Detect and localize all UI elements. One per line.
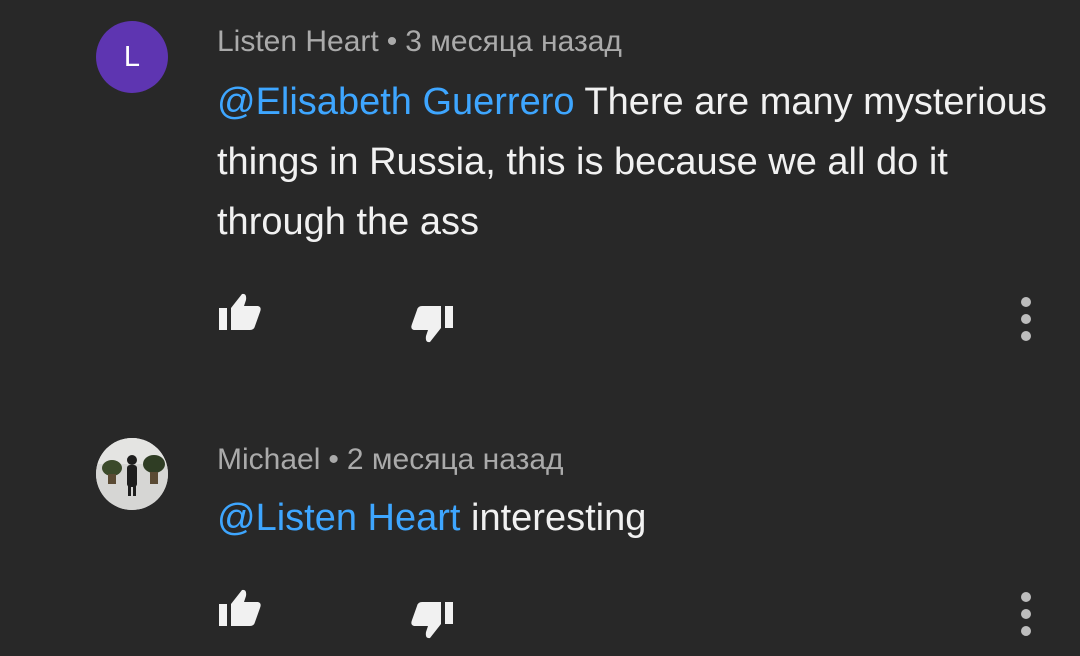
- mention-link[interactable]: @Elisabeth Guerrero: [217, 81, 575, 123]
- thumbs-up-icon: [219, 293, 261, 330]
- comment-text: @Listen Heart interesting: [217, 488, 1047, 548]
- like-button[interactable]: [212, 288, 268, 336]
- comment-time[interactable]: 2 месяца назад: [347, 443, 564, 476]
- comment-text: @Elisabeth Guerrero There are many myste…: [217, 72, 1047, 252]
- comment-meta: Michael • 2 месяца назад: [217, 445, 564, 475]
- more-options-button[interactable]: [1006, 588, 1046, 640]
- thumbs-down-icon: [411, 602, 453, 639]
- comment-body: interesting: [471, 497, 647, 539]
- avatar[interactable]: [96, 438, 168, 510]
- comment-meta: Listen Heart • 3 месяца назад: [217, 27, 622, 57]
- avatar-photo: [96, 438, 168, 510]
- author-name[interactable]: Listen Heart: [217, 25, 379, 58]
- author-name[interactable]: Michael: [217, 443, 320, 476]
- more-options-button[interactable]: [1006, 293, 1046, 345]
- thumbs-up-icon: [219, 589, 261, 626]
- thumbs-down-icon: [411, 306, 453, 343]
- separator-dot: •: [386, 25, 398, 58]
- comment-item: L Listen Heart • 3 месяца назад @Elisabeth…: [0, 0, 1080, 400]
- more-vert-icon: [1021, 297, 1031, 341]
- avatar[interactable]: L: [96, 21, 168, 93]
- like-button[interactable]: [212, 584, 268, 632]
- dislike-button[interactable]: [404, 596, 460, 644]
- avatar-letter: L: [123, 40, 141, 73]
- comment-item: Michael • 2 месяца назад @Listen Heart int…: [0, 400, 1080, 656]
- dislike-button[interactable]: [404, 300, 460, 348]
- separator-dot: •: [328, 443, 339, 476]
- mention-link[interactable]: @Listen Heart: [217, 497, 460, 539]
- comment-time[interactable]: 3 месяца назад: [405, 25, 622, 58]
- more-vert-icon: [1021, 592, 1031, 636]
